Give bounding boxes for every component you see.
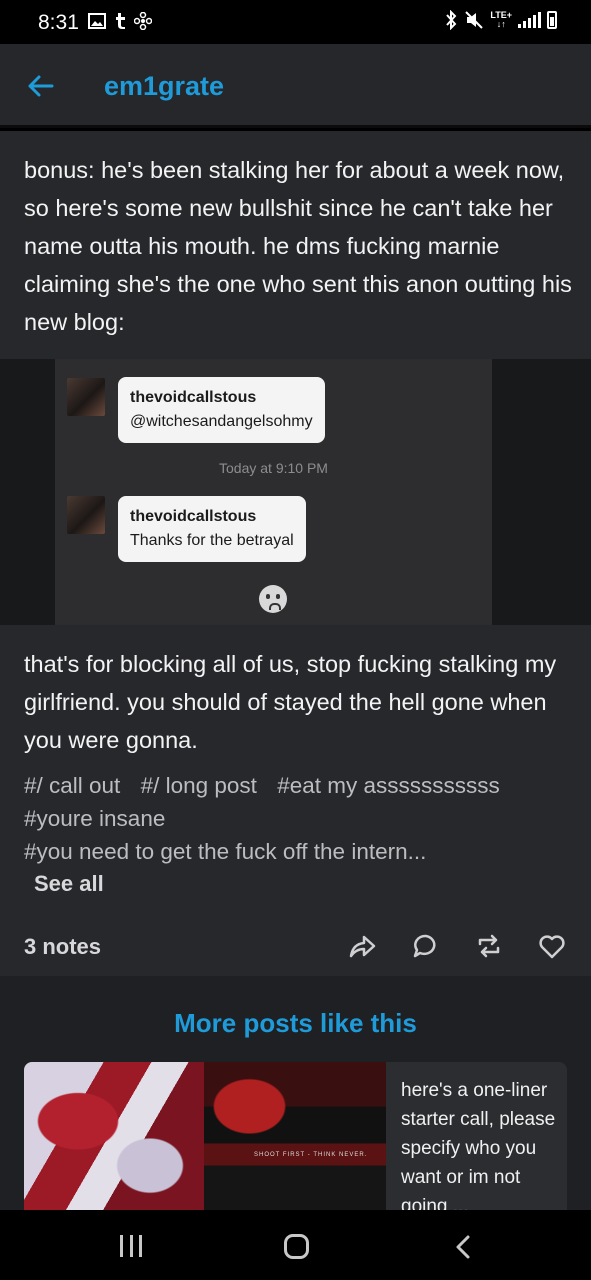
mute-icon [465,11,484,29]
back-icon[interactable] [452,1234,476,1260]
bluetooth-icon [446,10,457,30]
more-posts-section: More posts like this SHOOT FIRST - THINK… [0,976,591,1210]
app-header: em1grate [0,44,591,128]
image-icon [88,13,106,29]
avatar [67,378,105,416]
sad-face-icon [259,585,287,613]
dm-panel: thevoidcallstous @witchesandangelsohmy T… [55,359,492,625]
thumbnail-caption: SHOOT FIRST - THINK NEVER. [254,1152,368,1158]
signal-icon [518,12,541,28]
tag[interactable]: #eat my asssssssssss [277,773,500,798]
status-left-icons [88,12,152,30]
more-posts-title[interactable]: More posts like this [0,1008,591,1039]
post-thumbnail [24,1062,204,1210]
reblog-icon[interactable] [474,931,504,961]
dm-username: thevoidcallstous [130,508,257,525]
share-icon[interactable] [347,931,377,961]
post-footer: 3 notes [0,907,591,977]
post-paragraph-2: that's for blocking all of us, stop fuck… [24,651,557,753]
battery-icon [547,11,557,29]
tag[interactable]: #/ long post [141,773,257,798]
reply-icon[interactable] [411,931,441,961]
dm-screenshot-image[interactable]: thevoidcallstous @witchesandangelsohmy T… [0,359,591,625]
post-thumbnail: SHOOT FIRST - THINK NEVER. [204,1062,386,1210]
like-icon[interactable] [537,931,567,961]
dm-bubble: thevoidcallstous @witchesandangelsohmy [118,377,325,443]
dm-username: thevoidcallstous [130,389,257,406]
blog-name[interactable]: em1grate [104,71,224,102]
avatar [67,496,105,534]
tag[interactable]: #youre insane [24,806,165,831]
dm-message: @witchesandangelsohmy [130,413,313,430]
tag[interactable]: #you need to get the fuck off the intern… [24,839,426,864]
recommended-post-card[interactable]: SHOOT FIRST - THINK NEVER. here's a one-… [24,1062,567,1210]
see-all-button[interactable]: See all [34,871,104,897]
lte-icon: LTE+ ↓↑ [490,11,512,29]
system-nav-bar [0,1210,591,1280]
tag-list: #/ call out #/ long post #eat my assssss… [24,769,574,868]
arrow-left-icon[interactable] [22,68,58,104]
post-paragraph-1: bonus: he's been stalking her for about … [24,157,572,335]
home-icon[interactable] [284,1234,309,1259]
status-right-icons: LTE+ ↓↑ [444,10,557,30]
post: bonus: he's been stalking her for about … [0,131,591,976]
tumblr-icon [116,13,125,29]
lte-arrows: ↓↑ [496,19,506,29]
dm-timestamp: Today at 9:10 PM [219,460,328,476]
status-bar: 8:31 LTE+ ↓↑ [0,0,591,44]
notes-count[interactable]: 3 notes [24,934,101,960]
status-time: 8:31 [38,11,79,34]
pinwheel-icon [134,12,152,30]
tag[interactable]: #/ call out [24,773,120,798]
recent-apps-icon[interactable] [120,1235,142,1257]
recommended-post-text: here's a one-liner starter call, please … [401,1080,556,1210]
dm-bubble: thevoidcallstous Thanks for the betrayal [118,496,306,562]
dm-message: Thanks for the betrayal [130,532,294,549]
